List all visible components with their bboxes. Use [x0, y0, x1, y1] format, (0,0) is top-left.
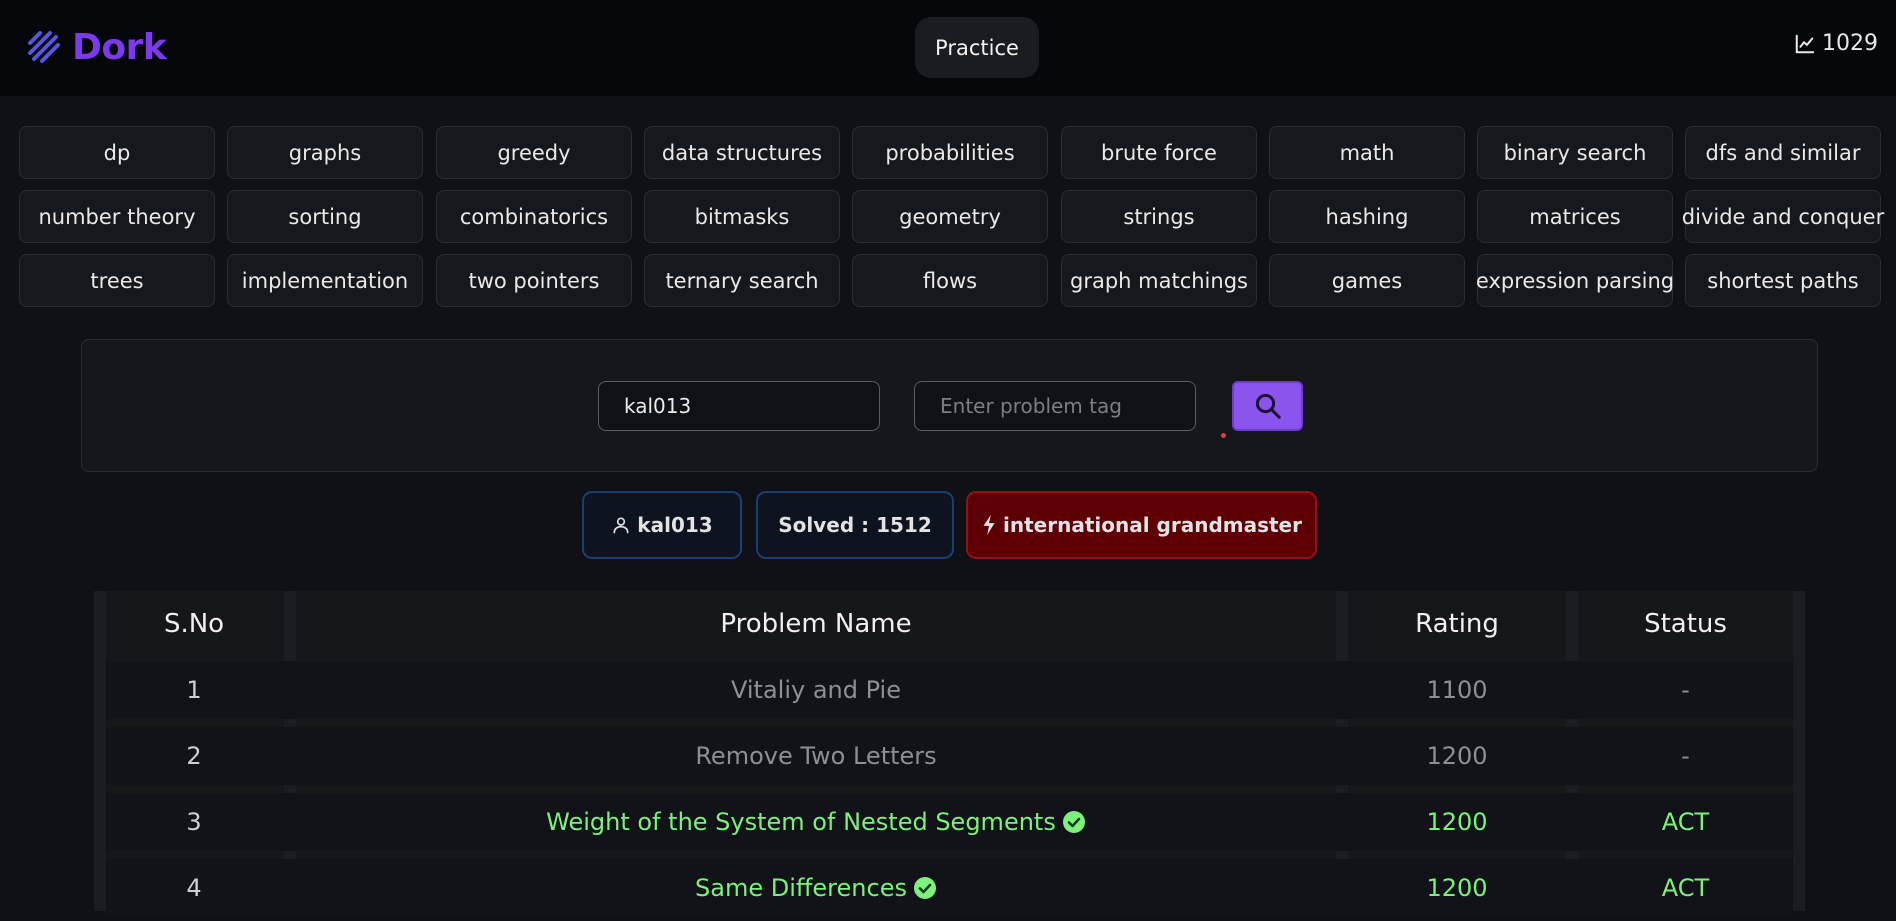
tag-chip[interactable]: two pointers — [436, 254, 632, 307]
check-circle-icon — [913, 877, 936, 899]
problem-link[interactable]: Remove Two Letters — [695, 742, 936, 770]
brand-logo[interactable]: Dork — [24, 24, 167, 70]
header-rating: Rating — [1415, 609, 1499, 639]
cell-sno: 1 — [186, 676, 202, 704]
cell-sno: 2 — [186, 742, 202, 770]
dork-logo-icon — [28, 31, 60, 63]
header-status: Status — [1644, 609, 1727, 639]
tag-chip[interactable]: flows — [852, 254, 1048, 307]
problem-link[interactable]: Weight of the System of Nested Segments — [546, 808, 1056, 836]
tag-chip[interactable]: trees — [19, 254, 215, 307]
tag-chip[interactable]: games — [1269, 254, 1465, 307]
problem-tag-input[interactable]: Enter problem tag — [914, 381, 1196, 431]
tag-chip[interactable]: dp — [19, 126, 215, 179]
tag-chip[interactable]: graphs — [227, 126, 423, 179]
cell-rating: 1200 — [1426, 742, 1488, 770]
tag-chip[interactable]: expression parsing — [1476, 254, 1674, 307]
cell-problem-name[interactable]: Vitaliy and Pie — [296, 657, 1336, 723]
problems-table: S.No Problem Name Rating Status 1 Vitaliy… — [94, 591, 1805, 917]
user-icon — [613, 517, 629, 534]
user-rating[interactable]: 1029 — [1794, 31, 1878, 56]
cell-status: - — [1681, 676, 1690, 704]
username-label: kal013 — [637, 513, 713, 537]
tag-chip[interactable]: data structures — [644, 126, 840, 179]
rank-badge: international grandmaster — [966, 491, 1317, 559]
practice-nav-button[interactable]: Practice — [915, 17, 1039, 78]
table-row[interactable]: 1 Vitaliy and Pie 1100 - — [94, 657, 1805, 723]
username-badge: kal013 — [582, 491, 742, 559]
header-sno: S.No — [163, 609, 225, 639]
cell-rating: 1200 — [1426, 874, 1488, 902]
table-row[interactable]: 2 Remove Two Letters 1200 - — [94, 723, 1805, 789]
tag-chip[interactable]: divide and conquer — [1682, 190, 1884, 243]
cell-status: ACT — [1661, 808, 1710, 836]
rank-label: international grandmaster — [1003, 513, 1302, 537]
tag-chip[interactable]: greedy — [436, 126, 632, 179]
cell-status: - — [1681, 742, 1690, 770]
trend-chart-icon — [1795, 34, 1815, 53]
tag-chip[interactable]: hashing — [1269, 190, 1465, 243]
cell-problem-name[interactable]: Same Differences — [296, 855, 1336, 921]
brand-name: Dork — [72, 26, 167, 68]
tag-chip[interactable]: strings — [1061, 190, 1257, 243]
lightning-icon — [983, 514, 995, 536]
search-panel: kal013 Enter problem tag — [81, 339, 1818, 472]
cell-rating: 1100 — [1426, 676, 1488, 704]
tag-chip[interactable]: sorting — [227, 190, 423, 243]
cell-sno: 4 — [186, 874, 202, 902]
header-problem-name: Problem Name — [720, 609, 912, 639]
tag-chip[interactable]: implementation — [227, 254, 423, 307]
solved-label: Solved : 1512 — [778, 513, 932, 537]
cell-problem-name[interactable]: Weight of the System of Nested Segments — [296, 789, 1336, 855]
tag-chip[interactable]: graph matchings — [1061, 254, 1257, 307]
cell-status: ACT — [1661, 874, 1710, 902]
tag-chip[interactable]: dfs and similar — [1685, 126, 1881, 179]
username-input[interactable]: kal013 — [598, 381, 880, 431]
table-row[interactable]: 3 Weight of the System of Nested Segments… — [94, 789, 1805, 855]
tag-chip[interactable]: brute force — [1061, 126, 1257, 179]
tag-chip[interactable]: bitmasks — [644, 190, 840, 243]
tag-chip[interactable]: shortest paths — [1685, 254, 1881, 307]
tag-chip[interactable]: matrices — [1477, 190, 1673, 243]
problem-link[interactable]: Same Differences — [695, 874, 907, 902]
cell-problem-name[interactable]: Remove Two Letters — [296, 723, 1336, 789]
check-circle-icon — [1062, 811, 1085, 833]
table-header-row: S.No Problem Name Rating Status — [94, 591, 1805, 657]
search-button[interactable] — [1232, 381, 1303, 431]
tag-chip[interactable]: combinatorics — [436, 190, 632, 243]
tag-chip[interactable]: probabilities — [852, 126, 1048, 179]
tag-chip[interactable]: number theory — [19, 190, 215, 243]
problem-link[interactable]: Vitaliy and Pie — [731, 676, 901, 704]
tag-chip[interactable]: math — [1269, 126, 1465, 179]
indicator-dot — [1221, 433, 1226, 438]
tag-chip[interactable]: geometry — [852, 190, 1048, 243]
cell-rating: 1200 — [1426, 808, 1488, 836]
tag-chip[interactable]: binary search — [1477, 126, 1673, 179]
solved-count-badge: Solved : 1512 — [756, 491, 954, 559]
tag-chip[interactable]: ternary search — [644, 254, 840, 307]
table-row[interactable]: 4 Same Differences 1200 ACT — [94, 855, 1805, 921]
rating-value: 1029 — [1822, 31, 1878, 56]
top-navbar: Dork Practice 1029 — [0, 0, 1896, 96]
search-icon — [1255, 393, 1281, 419]
cell-sno: 3 — [186, 808, 202, 836]
